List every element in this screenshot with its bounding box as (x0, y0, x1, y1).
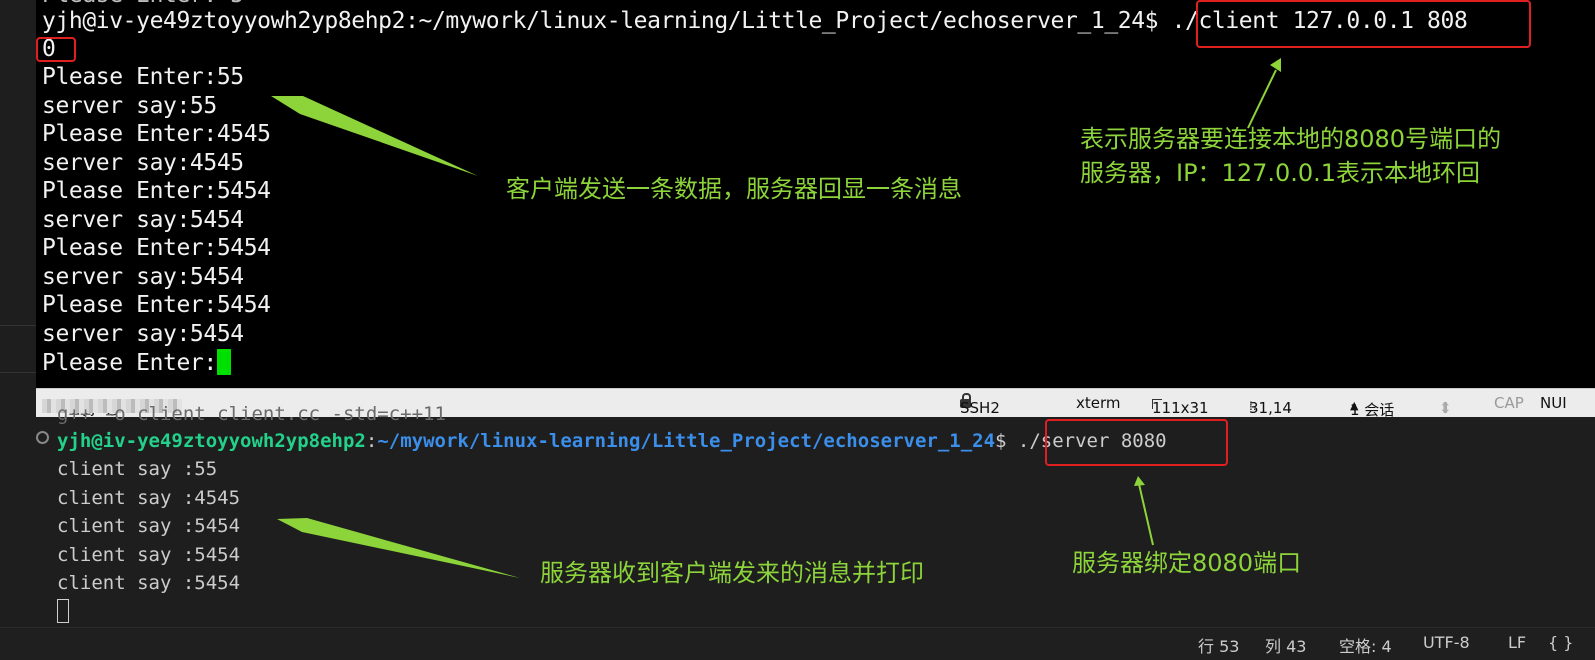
terminal-line: Please Enter:5454 (42, 235, 271, 261)
terminal-type: xterm (1076, 394, 1121, 412)
status-eol[interactable]: LF (1508, 633, 1526, 652)
client-ip-note-line1: 表示服务器要连接本地的8080号端口的 (1080, 125, 1502, 153)
terminal-line: server say:55 (42, 93, 217, 119)
client-echo-note: 客户端发送一条数据，服务器回显一条消息 (506, 175, 962, 203)
terminal-input-line[interactable]: Please Enter: (42, 349, 231, 378)
terminal-line: client say :5454 (57, 515, 241, 537)
terminal-cursor (216, 349, 231, 375)
terminal-line: server say:4545 (42, 150, 244, 176)
terminal-line: server say:5454 (42, 321, 244, 347)
client-ip-note-line2: 服务器，IP：127.0.0.1表示本地环回 (1080, 159, 1481, 187)
terminal-line: Please Enter:55 (42, 64, 244, 90)
terminal-line: server say:5454 (42, 207, 244, 233)
client-command-highlight (1196, 0, 1531, 48)
client-wrap-highlight (36, 37, 76, 62)
server-bind-note: 服务器绑定8080端口 (1072, 549, 1302, 577)
terminal-line: Please Enter:5454 (42, 292, 271, 318)
terminal-cursor (57, 599, 69, 623)
terminal-line: server say:5454 (42, 264, 244, 290)
status-column[interactable]: 列 43 (1265, 633, 1306, 657)
input-prompt: Please Enter: (42, 350, 217, 376)
terminal-line: client say :5454 (57, 572, 241, 594)
caret-up-icon: ▲ (1350, 399, 1359, 412)
terminal-line: Please Enter:4545 (42, 121, 271, 147)
editor-status-bar: 行 53 列 43 空格: 4 UTF-8 LF { } (0, 627, 1595, 660)
server-prompt-line: yjh@iv-ye49ztoyyowh2yp8ehp2:~/mywork/lin… (57, 427, 1167, 456)
status-line[interactable]: 行 53 (1198, 633, 1239, 657)
arrow-down-icon: ⬇ (1439, 399, 1452, 417)
prompt-colon: : (365, 430, 378, 452)
prompt-circle-icon (36, 431, 49, 444)
terminal-line: client say :55 (57, 458, 218, 480)
terminal-line: client say :4545 (57, 487, 241, 509)
terminal-line: client say :5454 (57, 544, 241, 566)
prompt-path: ~/mywork/linux-learning/Little_Project/e… (377, 430, 996, 452)
previous-command-line: g++ -o client client.cc -std=c++11 (57, 403, 446, 425)
server-command-highlight (1045, 419, 1228, 466)
prompt-user-host: yjh@iv-ye49ztoyyowh2yp8ehp2 (57, 430, 366, 452)
caps-indicator: CAP (1494, 394, 1524, 412)
server-terminal[interactable]: g++ -o client client.cc -std=c++11 yjh@i… (0, 403, 1595, 627)
terminal-line: Please Enter:5454 (42, 178, 271, 204)
status-spaces[interactable]: 空格: 4 (1339, 633, 1392, 657)
status-encoding[interactable]: UTF-8 (1423, 633, 1470, 652)
status-language-braces[interactable]: { } (1548, 633, 1573, 652)
num-indicator: NUI (1540, 394, 1567, 412)
server-print-note: 服务器收到客户端发来的消息并打印 (540, 559, 924, 587)
